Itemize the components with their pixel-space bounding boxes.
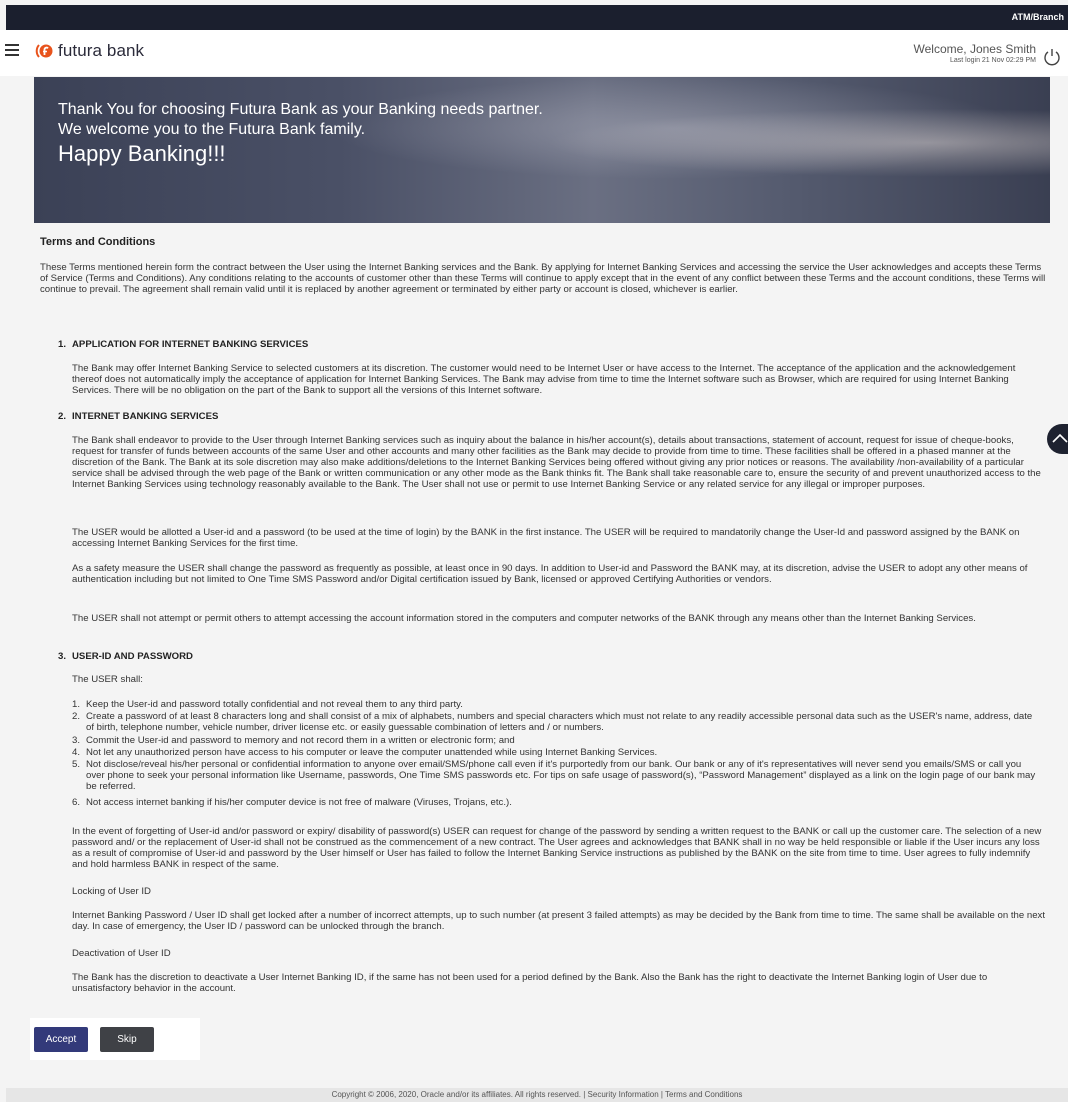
section-2-paragraph-4: The USER shall not attempt or permit oth… bbox=[72, 613, 976, 624]
deactivation-title: Deactivation of User ID bbox=[72, 948, 171, 959]
section-2-paragraph-3: As a safety measure the USER shall chang… bbox=[72, 563, 1028, 585]
section-1-title: APPLICATION FOR INTERNET BANKING SERVICE… bbox=[72, 339, 309, 350]
power-icon[interactable] bbox=[1042, 47, 1062, 67]
section-1-heading: 1. APPLICATION FOR INTERNET BANKING SERVI… bbox=[58, 339, 308, 350]
list-item: 2. Create a password of at least 8 charac… bbox=[72, 711, 1033, 733]
top-bar: ATM/Branch bbox=[6, 5, 1068, 30]
section-2-paragraph-1: The Bank shall endeavor to provide to th… bbox=[72, 435, 1041, 490]
section-3-title: USER-ID AND PASSWORD bbox=[72, 651, 193, 662]
skip-button[interactable]: Skip bbox=[100, 1027, 154, 1052]
list-item: 4. Not let any unauthorized person have a… bbox=[72, 747, 658, 758]
section-3-paragraph-2: In the event of forgetting of User-id an… bbox=[72, 826, 1042, 870]
last-login-text: Last login 21 Nov 02:29 PM bbox=[950, 57, 1036, 64]
brand-name: futura bank bbox=[58, 41, 145, 60]
section-1-number: 1. bbox=[58, 339, 67, 350]
welcome-text: Welcome, Jones Smith bbox=[913, 42, 1037, 56]
brand-logo[interactable]: futura bank bbox=[35, 41, 144, 61]
deactivation-paragraph: The Bank has the discretion to deactivat… bbox=[72, 972, 988, 994]
chevron-up-icon bbox=[1052, 433, 1068, 443]
welcome-block: Welcome, Jones Smith Last login 21 Nov 0… bbox=[914, 42, 1037, 64]
section-3-heading: 3. USER-ID AND PASSWORD bbox=[58, 651, 193, 662]
hamburger-icon[interactable] bbox=[5, 44, 19, 56]
locking-title: Locking of User ID bbox=[72, 886, 151, 897]
footer: Copyright © 2006, 2020, Oracle and/or it… bbox=[6, 1088, 1068, 1102]
accept-button[interactable]: Accept bbox=[34, 1027, 88, 1052]
section-3-intro: The USER shall: bbox=[72, 674, 143, 685]
atm-branch-link[interactable]: ATM/Branch bbox=[1012, 12, 1064, 22]
banner-line-1: Thank You for choosing Futura Bank as yo… bbox=[58, 101, 543, 118]
list-item: 3. Commit the User-id and password to mem… bbox=[72, 735, 515, 746]
section-1-paragraph: The Bank may offer Internet Banking Serv… bbox=[72, 363, 1016, 396]
welcome-banner: Thank You for choosing Futura Bank as yo… bbox=[34, 77, 1050, 223]
list-item: 1. Keep the User-id and password totally … bbox=[72, 699, 463, 710]
section-2-title: INTERNET BANKING SERVICES bbox=[72, 411, 219, 422]
list-item: 5. Not disclose/reveal his/her personal o… bbox=[72, 759, 1036, 792]
section-3-number: 3. bbox=[58, 651, 67, 662]
locking-paragraph: Internet Banking Password / User ID shal… bbox=[72, 910, 1046, 932]
section-2-paragraph-2: The USER would be allotted a User-id and… bbox=[72, 527, 1020, 549]
header: futura bank Welcome, Jones Smith Last lo… bbox=[0, 30, 1068, 76]
list-item: 6. Not access internet banking if his/her… bbox=[72, 797, 512, 808]
banner-line-3: Happy Banking!!! bbox=[58, 141, 226, 166]
section-2-heading: 2. INTERNET BANKING SERVICES bbox=[58, 411, 218, 422]
terms-intro: These Terms mentioned herein form the co… bbox=[40, 262, 1046, 295]
banner-line-2: We welcome you to the Futura Bank family… bbox=[58, 121, 366, 138]
terms-title: Terms and Conditions bbox=[40, 236, 156, 248]
futura-logo-icon bbox=[35, 44, 53, 58]
scroll-to-top-button[interactable] bbox=[1047, 424, 1068, 454]
section-2-number: 2. bbox=[58, 411, 67, 422]
